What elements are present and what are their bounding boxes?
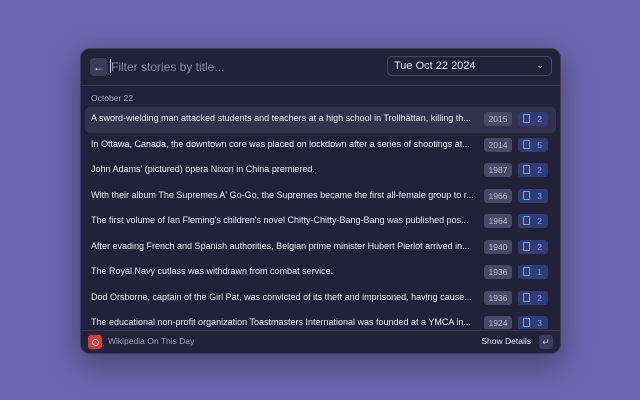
story-title: The Royal Navy cutlass was withdrawn fro… (91, 266, 334, 276)
enter-key-icon: ↵ (539, 335, 553, 349)
pages-count: 3 (537, 190, 542, 201)
story-row[interactable]: The educational non-profit organization … (85, 311, 556, 329)
story-title: The educational non-profit organization … (91, 317, 471, 327)
story-row[interactable]: John Adams' (pictured) opera Nixon in Ch… (85, 158, 556, 184)
pages-badge: 2 (518, 112, 548, 126)
section-title: October 22 (91, 93, 134, 103)
story-row[interactable]: After evading French and Spanish authori… (85, 235, 556, 261)
document-icon (523, 114, 530, 123)
story-title: John Adams' (pictured) opera Nixon in Ch… (91, 164, 315, 174)
pages-badge: 2 (518, 239, 548, 254)
year-badge: 1987 (484, 163, 512, 177)
story-title: In Ottawa, Canada, the downtown core was… (91, 138, 470, 149)
document-icon (523, 139, 530, 149)
pages-count: 2 (537, 216, 542, 226)
story-title: After evading French and Spanish authori… (91, 240, 470, 251)
pages-badge: 3 (518, 188, 548, 203)
document-icon (523, 241, 530, 251)
document-icon (523, 190, 530, 200)
pages-count: 5 (537, 139, 542, 150)
year-badge: 1936 (484, 290, 512, 305)
document-icon (523, 292, 530, 302)
story-row[interactable]: With their album The Supremes A' Go-Go, … (85, 184, 556, 210)
year-badge: 1964 (484, 214, 512, 228)
pages-badge: 1 (518, 265, 548, 279)
year-badge: 1940 (484, 239, 512, 254)
pages-badge: 2 (518, 214, 548, 228)
story-title: A sword-wielding man attacked students a… (91, 113, 471, 123)
year-badge: 1936 (484, 265, 512, 279)
year-badge: 2015 (484, 112, 512, 126)
pages-badge: 5 (518, 137, 548, 152)
arrow-left-icon: ← (93, 60, 105, 74)
story-row[interactable]: In Ottawa, Canada, the downtown core was… (85, 133, 556, 159)
story-list: A sword-wielding man attacked students a… (85, 107, 556, 329)
document-icon (523, 267, 530, 276)
pages-count: 3 (537, 318, 542, 328)
app-name: Wikipedia On This Day (108, 336, 195, 346)
pages-count: 2 (537, 165, 542, 175)
search-input[interactable] (111, 58, 351, 76)
document-icon (523, 165, 530, 174)
story-row[interactable]: The Royal Navy cutlass was withdrawn fro… (85, 260, 556, 286)
pages-badge: 3 (518, 316, 548, 329)
command-window: ← Tue Oct 22 2024 ⌄ October 22 A sword-w… (80, 48, 561, 354)
pages-count: 2 (537, 292, 542, 303)
document-icon (523, 216, 530, 225)
pages-count: 2 (537, 241, 542, 252)
search-bar: ← Tue Oct 22 2024 ⌄ (81, 49, 560, 86)
story-title: Dod Orsborne, captain of the Girl Pat, w… (91, 291, 472, 302)
show-details-button[interactable]: Show Details (481, 336, 531, 346)
document-icon (523, 318, 530, 327)
back-button[interactable]: ← (90, 58, 108, 76)
story-title: With their album The Supremes A' Go-Go, … (91, 189, 474, 200)
wikipedia-logo-icon (88, 335, 102, 349)
pages-badge: 2 (518, 290, 548, 305)
year-badge: 1924 (484, 316, 512, 329)
pages-count: 2 (537, 114, 542, 124)
pages-badge: 2 (518, 163, 548, 177)
story-row[interactable]: The first volume of Ian Fleming's childr… (85, 209, 556, 235)
action-bar: Wikipedia On This Day Show Details ↵ (81, 330, 560, 353)
year-badge: 2014 (484, 137, 512, 152)
pages-count: 1 (537, 267, 542, 277)
year-badge: 1966 (484, 188, 512, 203)
story-row[interactable]: A sword-wielding man attacked students a… (85, 107, 556, 133)
story-title: The first volume of Ian Fleming's childr… (91, 215, 469, 225)
date-dropdown[interactable]: Tue Oct 22 2024 ⌄ (387, 56, 552, 76)
story-row[interactable]: Dod Orsborne, captain of the Girl Pat, w… (85, 286, 556, 312)
date-dropdown-value: Tue Oct 22 2024 (394, 60, 476, 72)
chevron-down-icon: ⌄ (536, 60, 544, 70)
